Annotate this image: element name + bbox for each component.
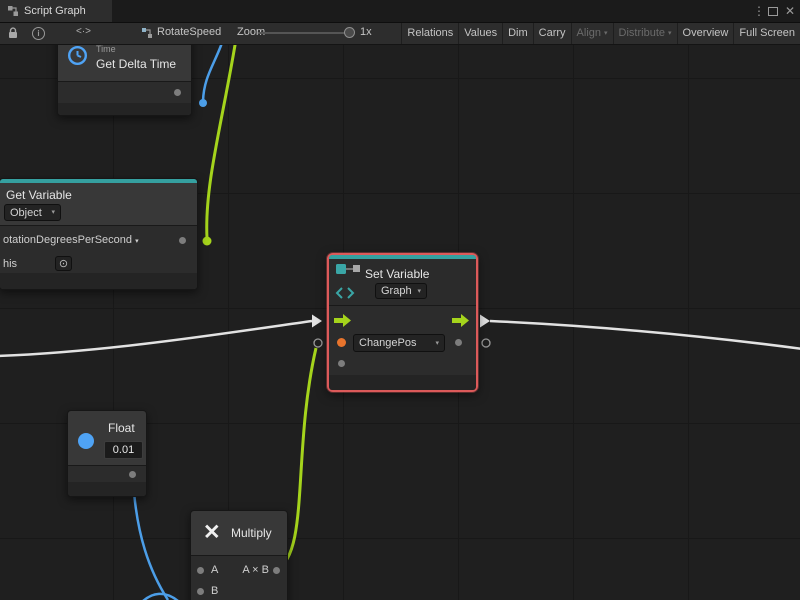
output-port[interactable] bbox=[273, 567, 280, 574]
blue-wire-endpoint[interactable] bbox=[199, 99, 207, 107]
value-port-ring-left[interactable] bbox=[314, 339, 322, 347]
flow-in-port[interactable] bbox=[334, 314, 351, 327]
flow-wire-in[interactable] bbox=[0, 321, 312, 356]
maximize-icon[interactable] bbox=[768, 7, 778, 16]
variable-accent-stripe bbox=[0, 179, 197, 183]
menu-icon[interactable]: ⋮ bbox=[753, 3, 765, 19]
scope-label: Object bbox=[10, 207, 42, 219]
distribute-button: Distribute ▾ bbox=[613, 22, 677, 44]
dim-button[interactable]: Dim bbox=[502, 22, 533, 44]
window-tab-bar: Script Graph ⋮ ✕ bbox=[0, 0, 800, 23]
set-variable-icon bbox=[335, 262, 361, 300]
node-title: Set Variable bbox=[365, 267, 429, 281]
tab-script-graph[interactable]: Script Graph bbox=[0, 0, 112, 22]
scope-dropdown[interactable]: Object ▾ bbox=[4, 204, 61, 221]
node-footer bbox=[58, 103, 191, 115]
value-output-port[interactable] bbox=[455, 339, 462, 346]
scope-label: Graph bbox=[381, 285, 412, 297]
node-title: Get Variable bbox=[6, 188, 72, 202]
overview-button[interactable]: Overview bbox=[677, 22, 734, 44]
flow-wire-out[interactable] bbox=[490, 321, 800, 349]
relations-button[interactable]: Relations bbox=[401, 22, 458, 44]
align-button: Align ▾ bbox=[571, 22, 613, 44]
scope-dropdown[interactable]: Graph ▾ bbox=[375, 283, 427, 299]
graph-name: RotateSpeed bbox=[157, 26, 221, 38]
chevron-down-icon: ▾ bbox=[435, 340, 439, 347]
info-icon[interactable]: i bbox=[32, 27, 45, 40]
float-icon bbox=[78, 433, 94, 449]
green-wire-endpoint[interactable] bbox=[203, 237, 212, 246]
value-input-port[interactable] bbox=[337, 338, 346, 347]
full-screen-button[interactable]: Full Screen bbox=[733, 22, 800, 44]
variable-name-field[interactable]: otationDegreesPerSecond ▾ bbox=[3, 234, 139, 246]
graph-toolbar: i <·> RotateSpeed Zoom 1x Relations Valu… bbox=[0, 22, 800, 45]
variable-name: ChangePos bbox=[359, 337, 417, 349]
node-title: Get Delta Time bbox=[96, 57, 176, 71]
input-b-label: B bbox=[211, 585, 218, 597]
node-subtitle: Time bbox=[96, 44, 116, 54]
chevron-down-icon: ▾ bbox=[51, 209, 55, 216]
node-float[interactable]: Float 0.01 bbox=[67, 410, 147, 497]
node-set-variable[interactable]: Set Variable Graph ▾ ChangePos ▾ bbox=[327, 253, 478, 392]
green-wire-top[interactable] bbox=[207, 14, 240, 238]
script-graph-icon bbox=[7, 5, 19, 17]
chevron-down-icon: ▾ bbox=[417, 288, 421, 295]
close-icon[interactable]: ✕ bbox=[785, 3, 795, 19]
unity-script-graph-window: Time Get Delta Time Get Variable Object … bbox=[0, 0, 800, 600]
toolbar-buttons: Relations Values Dim Carry Align ▾ Distr… bbox=[401, 22, 800, 44]
input-b-port[interactable] bbox=[197, 588, 204, 595]
carry-button[interactable]: Carry bbox=[533, 22, 571, 44]
secondary-port[interactable] bbox=[338, 360, 345, 367]
value-output-port[interactable] bbox=[179, 237, 186, 244]
chevron-down-icon: ▾ bbox=[668, 30, 672, 37]
values-button[interactable]: Values bbox=[458, 22, 502, 44]
zoom-slider[interactable] bbox=[258, 32, 350, 34]
multiply-icon: ✕ bbox=[203, 522, 221, 543]
zoom-value: 1x bbox=[360, 26, 372, 38]
output-port[interactable] bbox=[174, 89, 181, 96]
flow-out-port[interactable] bbox=[452, 314, 469, 327]
node-footer bbox=[0, 273, 197, 289]
graph-canvas[interactable]: Time Get Delta Time Get Variable Object … bbox=[0, 0, 800, 600]
node-title: Multiply bbox=[231, 526, 272, 540]
chevron-down-icon: ▾ bbox=[604, 30, 608, 37]
object-picker-button[interactable]: ⊙ bbox=[55, 256, 72, 271]
lock-icon[interactable] bbox=[7, 27, 19, 39]
node-footer bbox=[68, 482, 146, 496]
chevron-down-icon: ▾ bbox=[135, 238, 139, 245]
input-a-label: A bbox=[211, 564, 218, 576]
flow-arrow-out-icon[interactable] bbox=[480, 315, 490, 328]
node-get-variable[interactable]: Get Variable Object ▾ otationDegreesPerS… bbox=[0, 178, 198, 290]
clock-icon bbox=[67, 45, 88, 66]
float-value-field[interactable]: 0.01 bbox=[104, 441, 143, 459]
blue-wire-bottom[interactable] bbox=[140, 594, 178, 600]
input-a-port[interactable] bbox=[197, 567, 204, 574]
value-port-ring-right[interactable] bbox=[482, 339, 490, 347]
node-multiply[interactable]: ✕ Multiply A A × B B bbox=[190, 510, 288, 600]
graph-icon bbox=[141, 27, 153, 39]
zoom-slider-handle[interactable] bbox=[344, 27, 355, 38]
tab-title: Script Graph bbox=[24, 5, 86, 17]
target-label: his bbox=[3, 258, 17, 270]
target-icon: ⊙ bbox=[59, 257, 68, 270]
node-title: Float bbox=[108, 421, 135, 435]
flow-arrow-in-icon[interactable] bbox=[312, 315, 322, 328]
variable-name-dropdown[interactable]: ChangePos ▾ bbox=[353, 334, 445, 352]
variable-accent-stripe bbox=[329, 255, 476, 259]
output-label: A × B bbox=[242, 564, 269, 576]
node-footer bbox=[329, 375, 476, 390]
code-icon[interactable]: <·> bbox=[76, 26, 91, 37]
output-port[interactable] bbox=[129, 471, 136, 478]
